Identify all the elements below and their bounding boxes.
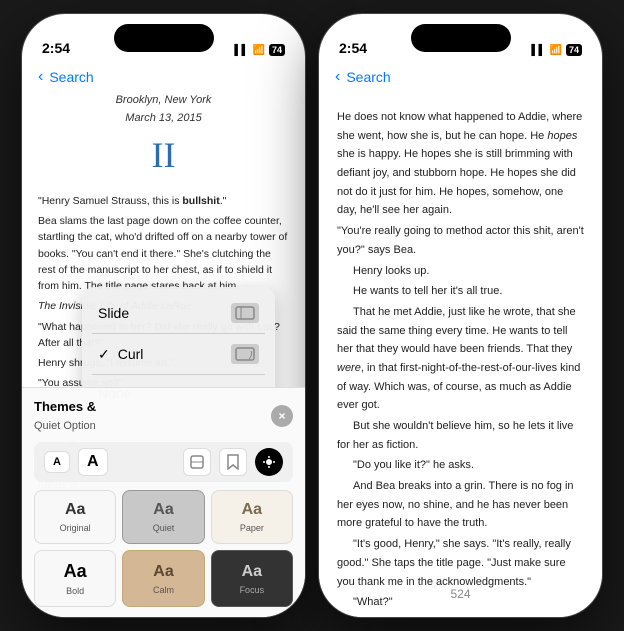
r-para-2: "You're really going to method actor thi… [337, 222, 584, 259]
theme-original-label: Original [60, 523, 91, 533]
book-header: Brooklyn, New York March 13, 2015 II [38, 92, 289, 185]
font-small-btn[interactable]: A [44, 451, 70, 473]
font-large-btn[interactable]: A [78, 448, 108, 476]
back-chevron-left[interactable]: ‹ [38, 68, 43, 86]
theme-bold[interactable]: Aa Bold [34, 550, 116, 607]
theme-quiet-aa: Aa [153, 501, 173, 519]
theme-paper-label: Paper [240, 523, 264, 533]
status-icons-left: ▌▌ 📶 74 [234, 44, 285, 56]
font-type-btn[interactable] [183, 448, 211, 476]
curl-icon [231, 344, 259, 364]
back-chevron-right[interactable]: ‹ [335, 68, 340, 86]
theme-focus-label: Focus [240, 585, 265, 595]
page-number: 524 [450, 587, 470, 601]
scroll-curl-item[interactable]: ✓ Curl [82, 334, 275, 374]
curl-label: Curl [118, 346, 231, 362]
theme-focus[interactable]: Aa Focus [211, 550, 293, 607]
theme-calm-aa: Aa [153, 563, 173, 581]
theme-calm[interactable]: Aa Calm [122, 550, 204, 607]
theme-bold-aa: Aa [64, 561, 87, 582]
r-para-3: Henry looks up. [337, 262, 584, 281]
theme-quiet-label: Quiet [153, 523, 175, 533]
theme-original[interactable]: Aa Original [34, 490, 116, 544]
r-para-9: "It's good, Henry," she says. "It's real… [337, 535, 584, 591]
themes-close-button[interactable]: × [271, 405, 293, 427]
status-time-left: 2:54 [42, 40, 70, 56]
status-icons-right: ▌▌ 📶 74 [531, 44, 582, 56]
search-bar-right[interactable]: ‹ Search [319, 62, 602, 92]
r-para-11: "My thesis. Remember? I wanted to do it … [337, 614, 584, 617]
font-controls: A A [34, 442, 293, 482]
status-time-right: 2:54 [339, 40, 367, 56]
para-1: "Henry Samuel Strauss, this is bullshit.… [38, 193, 289, 209]
brightness-btn[interactable] [255, 448, 283, 476]
left-phone: 2:54 ▌▌ 📶 74 ‹ Search Brooklyn, New York… [21, 13, 306, 618]
search-label-left[interactable]: Search [49, 69, 93, 85]
right-phone: 2:54 ▌▌ 📶 74 ‹ Search He does not know w… [318, 13, 603, 618]
slide-icon [231, 303, 259, 323]
theme-paper-aa: Aa [242, 501, 262, 519]
theme-paper[interactable]: Aa Paper [211, 490, 293, 544]
themes-header: Themes & Quiet Option × [34, 398, 293, 434]
right-book-text: He does not know what happened to Addie,… [319, 92, 602, 617]
theme-focus-aa: Aa [242, 563, 262, 581]
bookmark-btn[interactable] [219, 448, 247, 476]
search-bar-left[interactable]: ‹ Search [22, 62, 305, 92]
left-phone-content: ‹ Search Brooklyn, New York March 13, 20… [22, 62, 305, 617]
themes-title-area: Themes & Quiet Option [34, 398, 96, 434]
themes-panel: Themes & Quiet Option × A A [22, 387, 305, 617]
r-para-5: That he met Addie, just like he wrote, t… [337, 303, 584, 415]
theme-bold-label: Bold [66, 586, 84, 596]
right-phone-content: ‹ Search He does not know what happened … [319, 62, 602, 617]
dynamic-island-left [114, 24, 214, 52]
dynamic-island-right [411, 24, 511, 52]
theme-quiet[interactable]: Aa Quiet [122, 490, 204, 544]
themes-title: Themes & [34, 399, 96, 414]
r-para-7: "Do you like it?" he asks. [337, 456, 584, 475]
r-para-8: And Bea breaks into a grin. There is no … [337, 477, 584, 533]
theme-grid: Aa Original Aa Quiet Aa Paper Aa Bold [34, 490, 293, 607]
r-para-4: He wants to tell her it's all true. [337, 282, 584, 301]
phones-container: 2:54 ▌▌ 📶 74 ‹ Search Brooklyn, New York… [21, 13, 603, 618]
book-chapter: II [38, 127, 289, 185]
r-para-6: But she wouldn't believe him, so he lets… [337, 417, 584, 454]
search-label-right[interactable]: Search [346, 69, 390, 85]
r-para-1: He does not know what happened to Addie,… [337, 108, 584, 220]
theme-calm-label: Calm [153, 585, 174, 595]
scroll-slide-item[interactable]: Slide [82, 293, 275, 333]
book-date: March 13, 2015 [38, 110, 289, 128]
quiet-option-label: Quiet Option [34, 420, 96, 432]
para-2: Bea slams the last page down on the coff… [38, 213, 289, 294]
book-location: Brooklyn, New York [38, 92, 289, 110]
slide-label: Slide [98, 305, 231, 321]
check-icon: ✓ [98, 346, 110, 363]
theme-original-aa: Aa [65, 501, 85, 519]
